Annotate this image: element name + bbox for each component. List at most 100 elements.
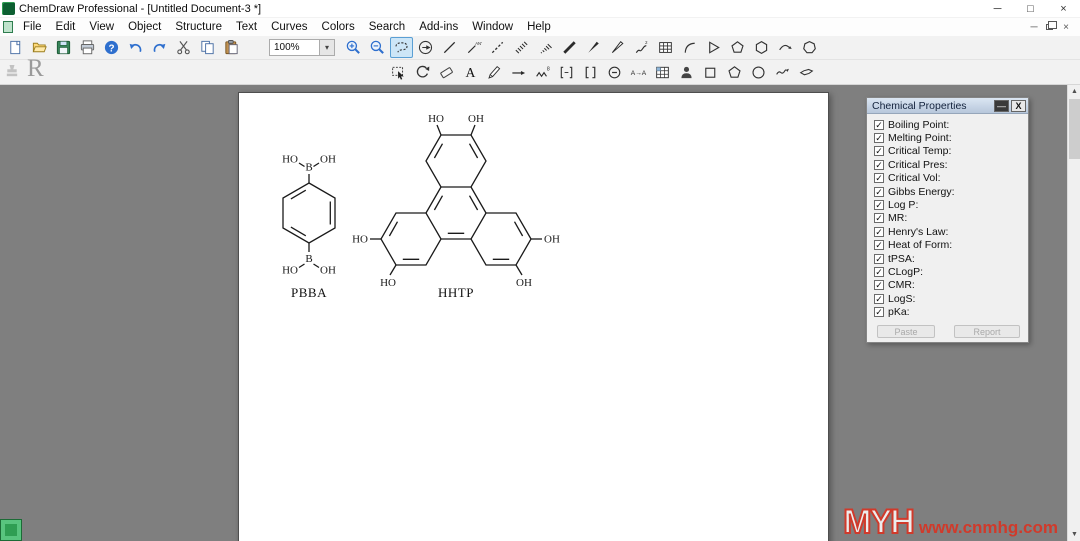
- menu-object[interactable]: Object: [121, 19, 168, 35]
- marquee-select-tool[interactable]: [387, 62, 410, 83]
- menu-text[interactable]: Text: [229, 19, 264, 35]
- zoom-out-button[interactable]: [366, 37, 389, 58]
- atom-label[interactable]: HO: [282, 265, 298, 277]
- atom-label[interactable]: HO: [428, 113, 444, 125]
- hashed-bond-tool[interactable]: [510, 37, 533, 58]
- pbba-bonds[interactable]: [282, 162, 336, 269]
- acyclic-chain-tool[interactable]: [702, 37, 725, 58]
- zoom-dropdown-arrow[interactable]: ▾: [319, 40, 334, 55]
- paste-button[interactable]: [220, 37, 243, 58]
- curved-arrow-tool[interactable]: [774, 37, 797, 58]
- bracket-tool[interactable]: [555, 62, 578, 83]
- menu-colors[interactable]: Colors: [315, 19, 362, 35]
- menu-edit[interactable]: Edit: [49, 19, 83, 35]
- window-close-button[interactable]: ×: [1047, 0, 1080, 17]
- property-checkbox[interactable]: ✓: [874, 133, 884, 144]
- property-checkbox[interactable]: ✓: [874, 159, 884, 170]
- any-bond-tool[interactable]: ANY: [462, 37, 485, 58]
- atom-label[interactable]: OH: [320, 154, 336, 166]
- property-checkbox[interactable]: ✓: [874, 213, 884, 224]
- report-properties-button[interactable]: Report: [954, 325, 1020, 338]
- lasso-tool[interactable]: [389, 37, 413, 58]
- window-maximize-button[interactable]: □: [1014, 0, 1047, 17]
- zoom-combobox[interactable]: 100% ▾: [269, 39, 335, 56]
- text-tool[interactable]: A: [459, 62, 482, 83]
- templates-tool[interactable]: [651, 62, 674, 83]
- paste-properties-button[interactable]: Paste: [877, 325, 935, 338]
- property-checkbox[interactable]: ✓: [874, 200, 884, 211]
- atom-to-atom-map-tool[interactable]: A→A: [627, 62, 650, 83]
- menu-search[interactable]: Search: [362, 19, 412, 35]
- property-checkbox[interactable]: ✓: [874, 173, 884, 184]
- menu-file[interactable]: File: [16, 19, 49, 35]
- panel-minimize-button[interactable]: —: [994, 99, 1009, 112]
- scrollbar-thumb[interactable]: [1069, 99, 1080, 159]
- print-button[interactable]: [76, 37, 99, 58]
- vertical-scrollbar[interactable]: ▲ ▼: [1067, 85, 1080, 541]
- r-template-label[interactable]: R: [27, 56, 44, 81]
- chair-template-tool[interactable]: [795, 62, 818, 83]
- atom-label[interactable]: HO: [380, 277, 396, 289]
- menu-view[interactable]: View: [82, 19, 121, 35]
- hashed-wedge-bond-tool[interactable]: [534, 37, 557, 58]
- rotate-tool[interactable]: [411, 62, 434, 83]
- document-close-button[interactable]: ×: [1058, 20, 1074, 34]
- square-bracket-tool[interactable]: [579, 62, 602, 83]
- window-minimize-button[interactable]: ─: [981, 0, 1014, 17]
- atom-label[interactable]: OH: [516, 277, 532, 289]
- marquee-arrow-tool[interactable]: [414, 37, 437, 58]
- property-checkbox[interactable]: ✓: [874, 186, 884, 197]
- redo-button[interactable]: [148, 37, 171, 58]
- property-checkbox[interactable]: ✓: [874, 293, 884, 304]
- circle-shape-tool[interactable]: [747, 62, 770, 83]
- atom-label[interactable]: HO: [282, 154, 298, 166]
- property-checkbox[interactable]: ✓: [874, 307, 884, 318]
- reaction-arrow-tool[interactable]: [507, 62, 530, 83]
- document-restore-icon[interactable]: [1042, 20, 1058, 34]
- undo-button[interactable]: [124, 37, 147, 58]
- pbba-caption[interactable]: PBBA: [269, 285, 349, 301]
- pen-tool[interactable]: [483, 62, 506, 83]
- help-button[interactable]: ?: [100, 37, 123, 58]
- cycloheptane-tool[interactable]: [798, 37, 821, 58]
- atom-label[interactable]: B: [305, 253, 312, 265]
- atom-label[interactable]: OH: [544, 234, 560, 246]
- property-checkbox[interactable]: ✓: [874, 280, 884, 291]
- chain-tool[interactable]: 8: [531, 62, 554, 83]
- atom-label[interactable]: OH: [320, 265, 336, 277]
- dashed-bond-tool[interactable]: [486, 37, 509, 58]
- menu-curves[interactable]: Curves: [264, 19, 314, 35]
- square-shape-tool[interactable]: [699, 62, 722, 83]
- property-checkbox[interactable]: ✓: [874, 226, 884, 237]
- hhtp-bonds[interactable]: [370, 124, 542, 276]
- arc-tool[interactable]: [678, 37, 701, 58]
- panel-header[interactable]: Chemical Properties — X: [867, 98, 1028, 114]
- hhtp-atom-labels[interactable]: HO OH HO OH HO OH: [352, 113, 560, 289]
- property-checkbox[interactable]: ✓: [874, 240, 884, 251]
- charge-minus-tool[interactable]: [603, 62, 626, 83]
- bold-bond-tool[interactable]: [558, 37, 581, 58]
- atom-label[interactable]: OH: [468, 113, 484, 125]
- atom-label[interactable]: HO: [352, 234, 368, 246]
- menu-help[interactable]: Help: [520, 19, 558, 35]
- stamp-icon[interactable]: [3, 62, 21, 85]
- panel-close-button[interactable]: X: [1011, 99, 1026, 112]
- scroll-down-button[interactable]: ▼: [1068, 528, 1080, 541]
- wavy-bond-tool[interactable]: 2: [630, 37, 653, 58]
- menu-structure[interactable]: Structure: [168, 19, 229, 35]
- cyclohexane-tool[interactable]: [750, 37, 773, 58]
- hollow-wedge-bond-tool[interactable]: [606, 37, 629, 58]
- property-checkbox[interactable]: ✓: [874, 119, 884, 130]
- cut-button[interactable]: [172, 37, 195, 58]
- new-document-button[interactable]: [4, 37, 27, 58]
- property-checkbox[interactable]: ✓: [874, 146, 884, 157]
- save-button[interactable]: [52, 37, 75, 58]
- scroll-up-button[interactable]: ▲: [1068, 85, 1080, 98]
- document-minimize-button[interactable]: ─: [1026, 20, 1042, 34]
- title-bar[interactable]: ChemDraw Professional - [Untitled Docume…: [0, 0, 1080, 18]
- document-page[interactable]: B HO OH B HO OH PBBA HO OH HO OH HO OH H…: [238, 92, 829, 541]
- menu-window[interactable]: Window: [465, 19, 520, 35]
- eraser-tool[interactable]: [435, 62, 458, 83]
- solid-bond-tool[interactable]: [438, 37, 461, 58]
- zoom-in-button[interactable]: [342, 37, 365, 58]
